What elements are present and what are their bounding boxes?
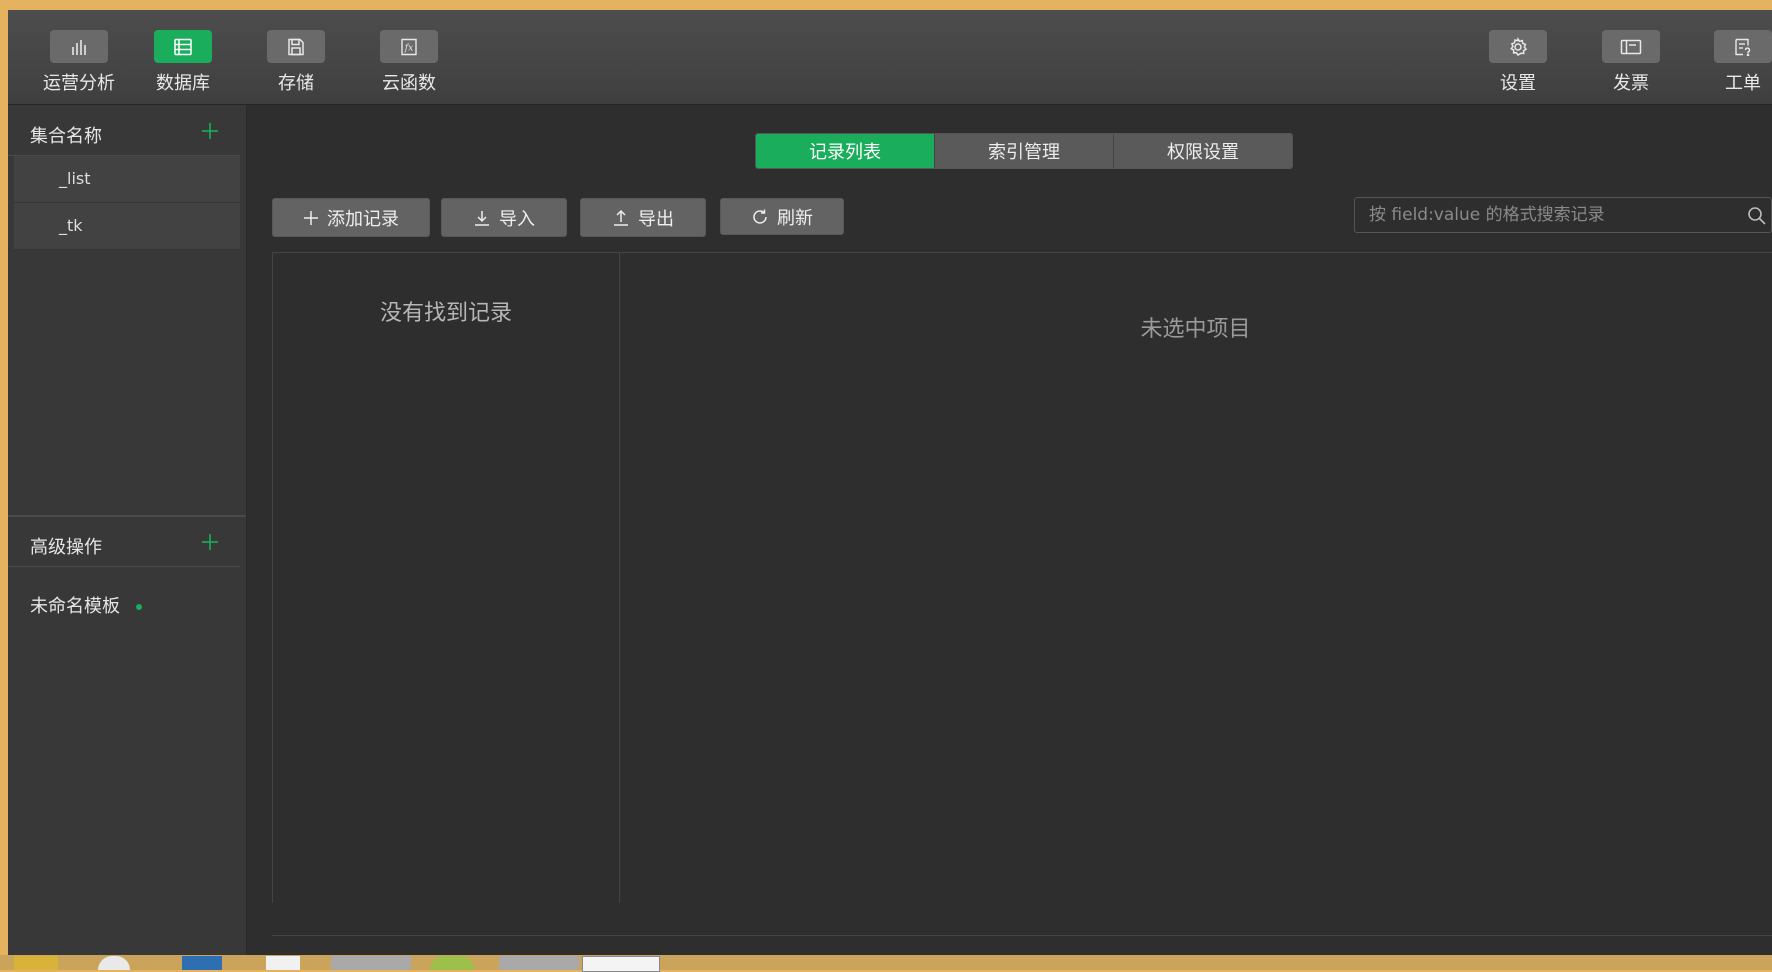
tab-records[interactable]: 记录列表 [756,134,935,168]
tab-permissions[interactable]: 权限设置 [1114,134,1292,168]
collections-title: 集合名称 [30,126,102,147]
cloud-functions-button[interactable]: fx [380,30,438,63]
empty-list-message: 没有找到记录 [379,301,512,326]
search-input[interactable] [1355,198,1735,232]
empty-detail-message: 未选中项目 [1140,317,1251,342]
ticket-button[interactable] [1714,30,1772,63]
download-icon [475,210,489,226]
invoice-button[interactable] [1602,30,1660,63]
search-icon[interactable] [1747,206,1767,230]
view-tabs: 记录列表 索引管理 权限设置 [755,133,1293,169]
export-label: 导出 [638,208,674,230]
toolbar-label: 工单 [1725,73,1761,94]
settings-button[interactable] [1489,30,1547,63]
collection-name: _list [59,169,91,188]
import-button[interactable]: 导入 [441,198,567,237]
add-template-icon[interactable] [200,532,220,556]
taskbar-wechat-devtools-icon[interactable] [331,956,411,970]
toolbar-label: 发票 [1613,73,1649,94]
unsaved-dot-icon [136,604,142,610]
refresh-button[interactable]: 刷新 [720,198,844,235]
collection-name: _tk [59,216,83,235]
refresh-label: 刷新 [777,207,813,229]
toolbar-analytics[interactable]: 运营分析 [34,30,124,95]
upload-icon [614,209,628,226]
toolbar-label: 存储 [278,73,314,94]
refresh-icon [753,209,767,224]
svg-text:fx: fx [404,43,413,53]
plus-icon [304,210,318,225]
function-icon: fx [401,38,417,55]
add-collection-icon[interactable] [200,121,220,145]
toolbar-label: 设置 [1500,73,1536,94]
add-record-button[interactable]: 添加记录 [272,198,430,237]
ticket-icon [1735,38,1751,56]
tab-indexes[interactable]: 索引管理 [935,134,1114,168]
top-toolbar: 运营分析 数据库 存储 fx 云函数 设置 发票 工单 [8,10,1772,105]
sidebar-divider [8,515,246,517]
storage-button[interactable] [267,30,325,63]
database-icon [174,38,192,55]
collection-item[interactable]: _tk [14,203,240,250]
export-button[interactable]: 导出 [580,198,706,237]
toolbar-cloud-functions[interactable]: fx 云函数 [364,30,454,95]
advanced-header: 高级操作 [8,520,240,567]
analytics-button[interactable] [50,30,108,63]
collections-header: 集合名称 [8,109,240,156]
toolbar-storage[interactable]: 存储 [251,30,341,95]
database-console-window: 运营分析 数据库 存储 fx 云函数 设置 发票 工单 集合名称 _list _… [8,10,1772,955]
gear-icon [1510,36,1528,56]
advanced-title: 高级操作 [30,537,102,558]
search-box[interactable] [1354,197,1772,233]
sidebar: 集合名称 _list _tk 高级操作 未命名模板 [8,105,247,955]
taskbar-app-icon[interactable] [499,956,579,970]
toolbar-ticket[interactable]: 工单 [1698,30,1772,95]
toolbar-database[interactable]: 数据库 [138,30,228,95]
toolbar-label: 数据库 [156,73,210,94]
database-button[interactable] [154,30,212,63]
bar-chart-icon [72,39,86,55]
taskbar-document-icon[interactable] [266,956,300,970]
toolbar-settings[interactable]: 设置 [1473,30,1563,95]
save-icon [288,38,304,55]
toolbar-invoice[interactable]: 发票 [1586,30,1676,95]
taskbar-folder-icon[interactable] [14,956,58,970]
import-label: 导入 [499,208,535,230]
invoice-icon [1620,39,1642,54]
main-panel: 记录列表 索引管理 权限设置 添加记录 导入 导出 刷新 没有找到记录 [247,105,1772,955]
panel-bottom-border [272,935,1772,936]
record-list-pane: 没有找到记录 [272,252,620,903]
record-detail-pane: 未选中项目 [619,252,1772,955]
toolbar-label: 运营分析 [43,73,115,94]
toolbar-label: 云函数 [382,73,436,94]
template-item[interactable]: 未命名模板 [30,592,120,618]
taskbar-app-icon[interactable] [182,956,222,970]
taskbar-app-icon[interactable] [430,956,474,970]
collection-item[interactable]: _list [14,156,240,203]
add-record-label: 添加记录 [327,208,399,230]
